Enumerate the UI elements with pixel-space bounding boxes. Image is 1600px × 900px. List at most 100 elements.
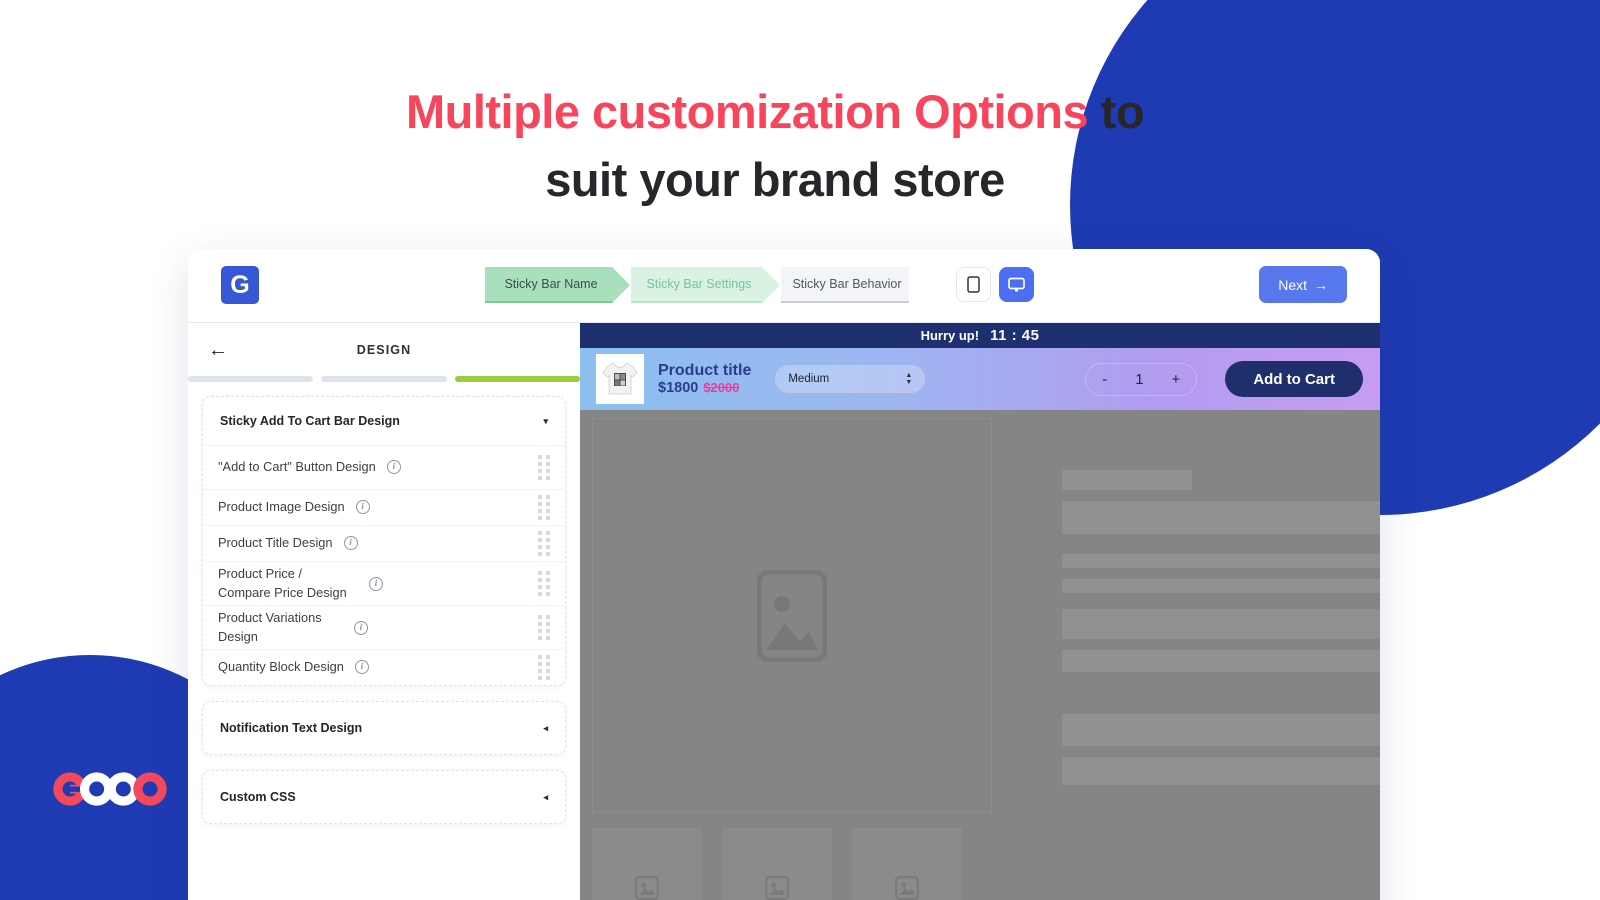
app-header: G Sticky Bar Name Sticky Bar Settings St…	[188, 249, 1380, 323]
step-label: Sticky Bar Behavior	[792, 277, 902, 291]
info-icon[interactable]: i	[386, 460, 401, 475]
skeleton-line	[1062, 470, 1192, 490]
product-price: $1800	[658, 379, 699, 396]
image-placeholder-icon	[635, 876, 659, 900]
skeleton-thumbnail	[852, 828, 962, 900]
section-header[interactable]: Notification Text Design ◂	[203, 702, 565, 754]
option-left: Product Variations Design i	[218, 609, 368, 646]
section-title: Notification Text Design	[220, 721, 363, 735]
list-item[interactable]: Quantity Block Design i	[203, 649, 565, 685]
option-left: Product Title Design i	[218, 534, 358, 553]
skeleton-line	[1062, 579, 1380, 593]
skeleton-line	[1062, 501, 1380, 534]
section-custom-css: Custom CSS ◂	[202, 770, 566, 824]
info-icon[interactable]: i	[369, 576, 383, 591]
quantity-decrement-button[interactable]: -	[1098, 371, 1111, 388]
view-toggle-group	[956, 267, 1034, 302]
quantity-value: 1	[1135, 370, 1144, 388]
headline-line-2: suit your brand store	[545, 153, 1005, 207]
skeleton-line	[1062, 554, 1380, 568]
option-label: Quantity Block Design	[218, 659, 344, 675]
sidebar-header: ← DESIGN	[188, 323, 580, 376]
chevron-left-icon[interactable]: ◂	[543, 792, 548, 803]
option-label: Product Image Design	[218, 499, 345, 515]
list-item[interactable]: "Add to Cart" Button Design i	[203, 445, 565, 489]
arrow-right-icon: →	[1314, 276, 1328, 293]
quantity-increment-button[interactable]: +	[1168, 371, 1185, 388]
drag-handle-icon[interactable]	[538, 571, 550, 596]
quantity-stepper[interactable]: - 1 +	[1085, 362, 1198, 396]
section-sticky-add-to-cart-bar-design: Sticky Add To Cart Bar Design ▾ "Add to …	[202, 396, 566, 686]
sticky-add-to-cart-bar: Product title $1800 $2000 Medium ▲ ▼ - 1 +	[580, 348, 1380, 410]
design-sidebar: ← DESIGN Sticky Add To Cart Bar Design ▾	[188, 323, 580, 900]
drag-handle-icon[interactable]	[538, 495, 550, 520]
list-item[interactable]: Product Title Design i	[203, 525, 565, 561]
desktop-view-button[interactable]	[999, 267, 1034, 302]
mobile-view-button[interactable]	[956, 267, 991, 302]
skeleton-line	[1062, 714, 1380, 746]
step-sticky-bar-name[interactable]: Sticky Bar Name	[485, 267, 630, 303]
step-sticky-bar-behavior[interactable]: Sticky Bar Behavior	[781, 267, 909, 303]
notification-bar: Hurry up! 11 : 45	[580, 323, 1380, 348]
notification-text: Hurry up!	[920, 328, 980, 343]
good-logo	[53, 772, 167, 806]
headline-accent: Multiple customization Options	[405, 85, 1089, 138]
step-label: Sticky Bar Name	[504, 277, 598, 291]
product-compare-price: $2000	[703, 379, 740, 395]
variant-select[interactable]: Medium ▲ ▼	[775, 365, 926, 393]
drag-handle-icon[interactable]	[538, 655, 550, 680]
info-icon[interactable]: i	[354, 620, 368, 635]
skeleton-text-block	[992, 418, 1380, 900]
sidebar-title: DESIGN	[356, 342, 412, 357]
app-window: G Sticky Bar Name Sticky Bar Settings St…	[188, 249, 1380, 900]
skeleton-thumbnail	[722, 828, 832, 900]
add-to-cart-button[interactable]: Add to Cart	[1225, 361, 1363, 397]
skeleton-gallery	[592, 418, 992, 900]
skeleton-line	[1062, 650, 1380, 672]
skeleton-line	[1062, 609, 1380, 639]
section-header[interactable]: Custom CSS ◂	[203, 771, 565, 823]
drag-handle-icon[interactable]	[538, 455, 550, 480]
list-item[interactable]: Product Image Design i	[203, 489, 565, 525]
countdown-timer: 11 : 45	[990, 327, 1040, 344]
progress-segment-3	[454, 376, 580, 382]
step-sticky-bar-settings[interactable]: Sticky Bar Settings	[631, 267, 780, 303]
image-placeholder-icon	[895, 876, 919, 900]
option-label: Product Price / Compare Price Design	[218, 565, 347, 600]
app-body: ← DESIGN Sticky Add To Cart Bar Design ▾	[188, 323, 1380, 900]
option-label: "Add to Cart" Button Design	[218, 459, 376, 475]
product-info: Product title $1800 $2000	[658, 362, 751, 396]
option-label: Product Variations Design	[218, 609, 322, 644]
section-title: Sticky Add To Cart Bar Design	[220, 414, 400, 428]
next-button[interactable]: Next →	[1259, 266, 1347, 303]
info-icon[interactable]: i	[355, 500, 370, 515]
info-icon[interactable]: i	[343, 536, 358, 551]
drag-handle-icon[interactable]	[538, 531, 550, 556]
step-label: Sticky Bar Settings	[646, 277, 752, 291]
desktop-icon	[1008, 277, 1025, 291]
drag-handle-icon[interactable]	[538, 615, 550, 640]
step-breadcrumb: Sticky Bar Name Sticky Bar Settings Stic…	[485, 267, 909, 303]
sidebar-scroll-area: Sticky Add To Cart Bar Design ▾ "Add to …	[188, 382, 580, 824]
chevron-down-icon[interactable]: ▾	[543, 416, 548, 427]
progress-segment-2	[321, 376, 447, 382]
section-title: Custom CSS	[220, 790, 296, 804]
progress-segment-1	[188, 376, 314, 382]
back-arrow-icon[interactable]: ←	[204, 336, 232, 364]
info-icon[interactable]: i	[354, 660, 369, 675]
list-item[interactable]: Product Price / Compare Price Design i	[203, 561, 565, 605]
brand-logo-icon[interactable]: G	[221, 266, 259, 304]
variant-selected-value: Medium	[788, 373, 830, 385]
option-left: Quantity Block Design i	[218, 658, 369, 677]
product-thumbnail[interactable]	[596, 354, 644, 404]
next-button-label: Next	[1278, 276, 1307, 293]
section-header[interactable]: Sticky Add To Cart Bar Design ▾	[203, 397, 565, 445]
mobile-icon	[967, 276, 980, 293]
option-left: Product Image Design i	[218, 498, 370, 517]
section-notification-text-design: Notification Text Design ◂	[202, 701, 566, 755]
skeleton-main-image	[592, 418, 992, 813]
option-label: Product Title Design	[218, 535, 333, 551]
list-item[interactable]: Product Variations Design i	[203, 605, 565, 649]
chevron-left-icon[interactable]: ◂	[543, 723, 548, 734]
option-left: Product Price / Compare Price Design i	[218, 565, 383, 602]
